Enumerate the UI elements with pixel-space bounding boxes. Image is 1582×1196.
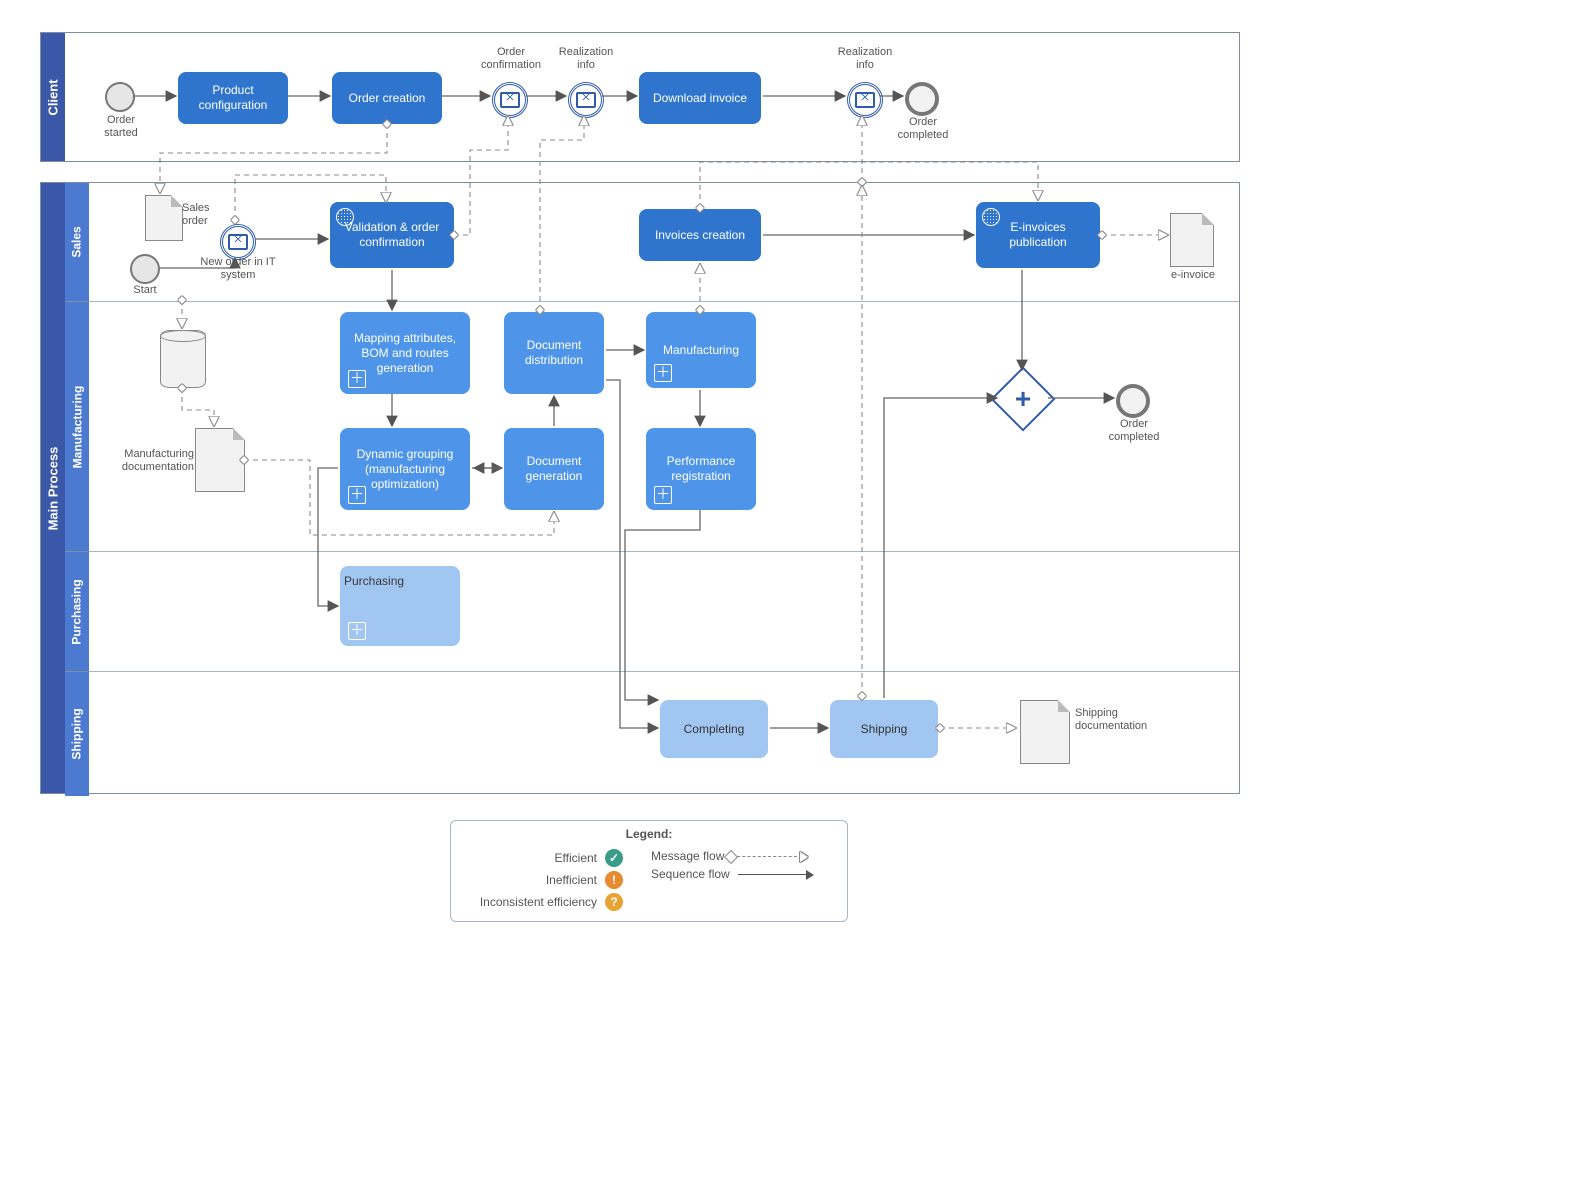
- task-product-configuration: Product configuration: [178, 72, 288, 124]
- pool-header-main: Main Process: [41, 183, 65, 793]
- label-order-confirmation: Order confirmation: [471, 46, 551, 72]
- task-purchasing: Purchasing: [340, 566, 460, 646]
- lane-manufacturing: Manufacturing: [65, 301, 89, 552]
- legend: Legend: Efficient ✓ Inefficient! Inconsis…: [450, 820, 848, 922]
- legend-title: Legend:: [463, 827, 835, 841]
- event-order-confirmation: [492, 82, 528, 118]
- label-order-started: Order started: [92, 114, 150, 140]
- task-performance-registration: Performance registration: [646, 428, 756, 510]
- event-realization-info-2: [847, 82, 883, 118]
- task-download-invoice: Download invoice: [639, 72, 761, 124]
- task-manufacturing: Manufacturing: [646, 312, 756, 388]
- task-invoices-creation: Invoices creation: [639, 209, 761, 261]
- task-document-generation: Document generation: [504, 428, 604, 510]
- label-mfg-doc: Manufacturing documentation: [108, 448, 194, 474]
- lane-purchasing: Purchasing: [65, 551, 89, 672]
- task-mapping-attributes: Mapping attributes, BOM and routes gener…: [340, 312, 470, 394]
- end-event-order-completed-main: [1116, 384, 1150, 418]
- task-completing: Completing: [660, 700, 768, 758]
- label-shipping-doc: Shipping documentation: [1075, 707, 1175, 733]
- task-order-creation: Order creation: [332, 72, 442, 124]
- warning-icon: !: [605, 871, 623, 889]
- datastore-mfg: [160, 330, 206, 388]
- artifact-shipping-doc: [1020, 700, 1070, 764]
- label-einvoice: e-invoice: [1160, 269, 1226, 282]
- check-icon: ✓: [605, 849, 623, 867]
- event-new-order: [220, 224, 256, 260]
- question-icon: ?: [605, 893, 623, 911]
- end-event-order-completed-client: [905, 82, 939, 116]
- label-new-order: New order in IT system: [195, 256, 281, 282]
- bpmn-diagram: Client Main Process Sales Manufacturing …: [10, 10, 1250, 1000]
- legend-efficient: Efficient: [463, 851, 597, 865]
- legend-inefficient: Inefficient: [463, 873, 597, 887]
- lane-shipping: Shipping: [65, 671, 89, 796]
- legend-inconsistent: Inconsistent efficiency: [463, 895, 597, 909]
- label-sales-order: Sales order: [182, 202, 230, 228]
- event-realization-info: [568, 82, 604, 118]
- lane-sales: Sales: [65, 183, 89, 301]
- label-order-completed-main: Order completed: [1100, 418, 1168, 444]
- label-realization-info: Realization info: [551, 46, 621, 72]
- pool-header-client: Client: [41, 33, 65, 161]
- label-start: Start: [125, 284, 165, 297]
- legend-sequence-flow: Sequence flow: [651, 867, 730, 881]
- task-validation: Validation & order confirmation: [330, 202, 454, 268]
- label-realization-info-2: Realization info: [830, 46, 900, 72]
- start-event-order-started: [105, 82, 135, 112]
- artifact-einvoice: [1170, 213, 1214, 267]
- label-order-completed-client: Order completed: [888, 116, 958, 142]
- task-document-distribution: Document distribution: [504, 312, 604, 394]
- task-einvoices-publication: E-invoices publication: [976, 202, 1100, 268]
- legend-message-flow: Message flow: [651, 849, 724, 863]
- artifact-mfg-doc: [195, 428, 245, 492]
- task-shipping: Shipping: [830, 700, 938, 758]
- task-dynamic-grouping: Dynamic grouping (manufacturing optimiza…: [340, 428, 470, 510]
- start-event-main: [130, 254, 160, 284]
- artifact-sales-order: [145, 195, 183, 241]
